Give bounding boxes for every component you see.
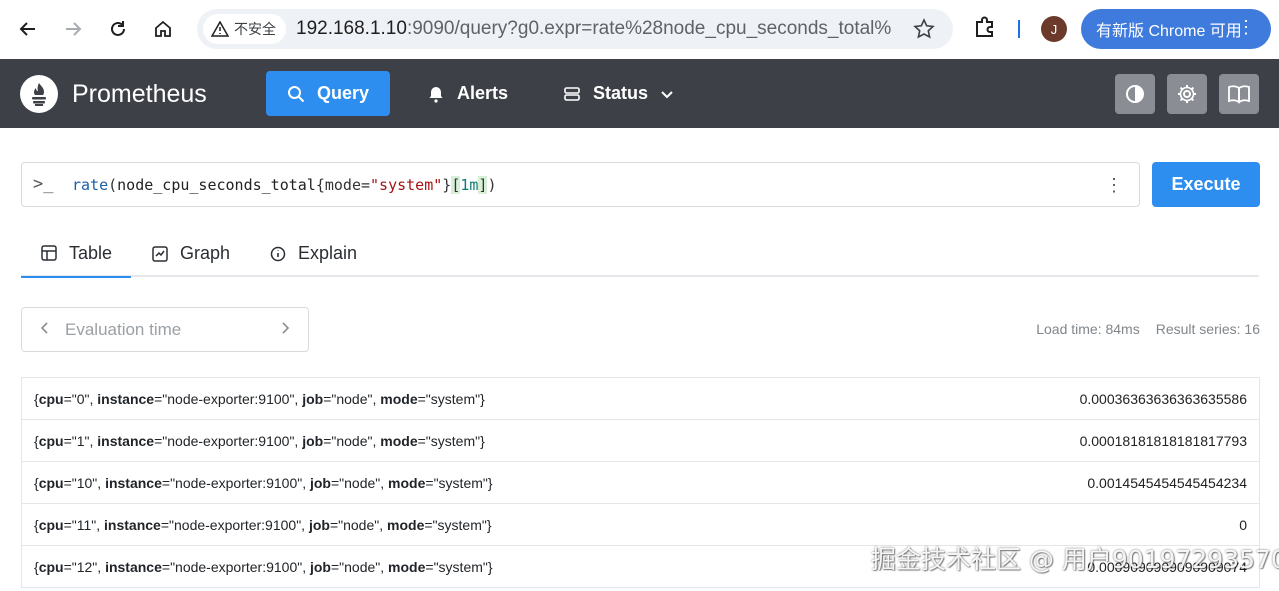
address-bar[interactable]: 不安全 192.168.1.10:9090/query?g0.expr=rate… <box>197 9 953 49</box>
url-rest: :9090/query?g0.expr=rate%28node_cpu_seco… <box>406 18 891 39</box>
series-labels: {cpu="10", instance="node-exporter:9100"… <box>34 474 493 491</box>
expr-function: rate <box>72 176 109 194</box>
reload-icon <box>111 21 125 36</box>
series-labels: {cpu="11", instance="node-exporter:9100"… <box>34 516 492 533</box>
chevron-down-icon <box>661 90 673 98</box>
url-text[interactable]: 192.168.1.10:9090/query?g0.expr=rate%28n… <box>296 18 891 40</box>
gear-icon <box>1178 85 1196 103</box>
security-chip[interactable]: 不安全 <box>203 14 286 44</box>
info-icon <box>270 246 286 261</box>
update-label: 有新版 Chrome 可用 <box>1096 23 1242 40</box>
brand-title: Prometheus <box>72 79 207 108</box>
expr-metric: node_cpu_seconds_total <box>117 176 316 194</box>
contrast-icon <box>1126 85 1144 103</box>
series-labels: {cpu="1", instance="node-exporter:9100",… <box>34 432 485 449</box>
nav-alerts[interactable]: Alerts <box>427 71 508 116</box>
chevron-right-icon[interactable] <box>278 320 292 341</box>
watermark-text: 掘金技术社区 @ 用户901972935707 <box>871 545 1279 574</box>
theme-toggle-button[interactable] <box>1115 74 1155 114</box>
chrome-update-button[interactable]: 有新版 Chrome 可用 ⋮ <box>1081 9 1271 49</box>
tab-explain[interactable]: Explain <box>270 230 357 277</box>
nav-query-button[interactable]: Query <box>266 71 390 116</box>
tab-table-label: Table <box>69 242 113 263</box>
expr-label-name: mode <box>324 176 361 194</box>
security-label: 不安全 <box>234 21 276 37</box>
prometheus-logo-icon <box>20 75 58 113</box>
expression-input[interactable]: >_ rate(node_cpu_seconds_total{mode="sys… <box>21 162 1140 207</box>
nav-query-label: Query <box>316 83 370 103</box>
warning-icon <box>211 21 229 37</box>
more-vert-icon: ⋮ <box>1237 17 1255 37</box>
table-row: {cpu="0", instance="node-exporter:9100",… <box>21 378 1260 420</box>
url-host: 192.168.1.10 <box>296 18 407 39</box>
profile-avatar[interactable]: J <box>1041 16 1067 42</box>
tab-graph-label: Graph <box>180 243 231 263</box>
evaluation-time-input[interactable]: Evaluation time <box>65 320 181 340</box>
back-button[interactable] <box>11 12 45 46</box>
home-button[interactable] <box>146 12 180 46</box>
app-navbar: Prometheus Query Alerts Status <box>0 59 1279 128</box>
star-icon <box>913 18 935 39</box>
evaluation-time-picker[interactable]: Evaluation time <box>21 307 309 352</box>
reload-button[interactable] <box>101 12 135 46</box>
nav-status-label: Status <box>593 83 649 103</box>
puzzle-icon <box>976 16 993 37</box>
extensions-button[interactable] <box>972 14 998 45</box>
series-value: 0 <box>1239 516 1247 533</box>
result-tabs: Table Graph Explain <box>21 230 1259 278</box>
nav-status[interactable]: Status <box>563 71 674 116</box>
series-value: 0.00018181818181817793 <box>1079 432 1247 449</box>
chart-icon <box>152 245 168 262</box>
series-value: 0.0014545454545454234 <box>1087 474 1247 491</box>
table-icon <box>41 245 57 261</box>
search-icon <box>287 85 305 102</box>
arrow-right-icon <box>66 22 82 36</box>
docs-button[interactable] <box>1219 74 1259 114</box>
tab-explain-label: Explain <box>298 243 358 263</box>
terminal-prompt-icon: >_ <box>33 174 54 194</box>
server-icon <box>564 86 580 101</box>
result-series-count: Result series: 16 <box>1155 321 1260 337</box>
arrow-left-icon <box>19 22 35 36</box>
bell-icon <box>429 86 443 103</box>
home-icon <box>155 20 171 37</box>
tab-graph[interactable]: Graph <box>152 230 230 277</box>
browser-toolbar: 不安全 192.168.1.10:9090/query?g0.expr=rate… <box>0 0 1279 59</box>
bookmark-star-button[interactable] <box>913 18 935 45</box>
chevron-left-icon[interactable] <box>38 320 52 341</box>
toolbar-divider <box>1018 20 1020 38</box>
settings-button[interactable] <box>1167 74 1207 114</box>
series-labels: {cpu="0", instance="node-exporter:9100",… <box>34 390 485 407</box>
series-value: 0.00036363636363635586 <box>1079 390 1247 407</box>
series-labels: {cpu="12", instance="node-exporter:9100"… <box>34 558 493 575</box>
expression-menu-icon[interactable]: ⋮ <box>1105 175 1123 196</box>
query-stats: Load time: 84ms Result series: 16 <box>1036 321 1260 337</box>
expression-text[interactable]: rate(node_cpu_seconds_total{mode="system… <box>72 176 496 194</box>
execute-button[interactable]: Execute <box>1152 162 1260 207</box>
expr-duration: 1m <box>460 176 479 194</box>
table-row: {cpu="1", instance="node-exporter:9100",… <box>21 420 1260 462</box>
table-row: {cpu="10", instance="node-exporter:9100"… <box>21 462 1260 504</box>
tab-table[interactable]: Table <box>21 230 131 278</box>
nav-alerts-label: Alerts <box>457 83 509 103</box>
book-icon <box>1228 85 1250 104</box>
brand[interactable]: Prometheus <box>20 75 207 113</box>
forward-button[interactable] <box>56 12 90 46</box>
expr-label-value: "system" <box>370 176 443 194</box>
load-time: Load time: 84ms <box>1036 321 1140 337</box>
